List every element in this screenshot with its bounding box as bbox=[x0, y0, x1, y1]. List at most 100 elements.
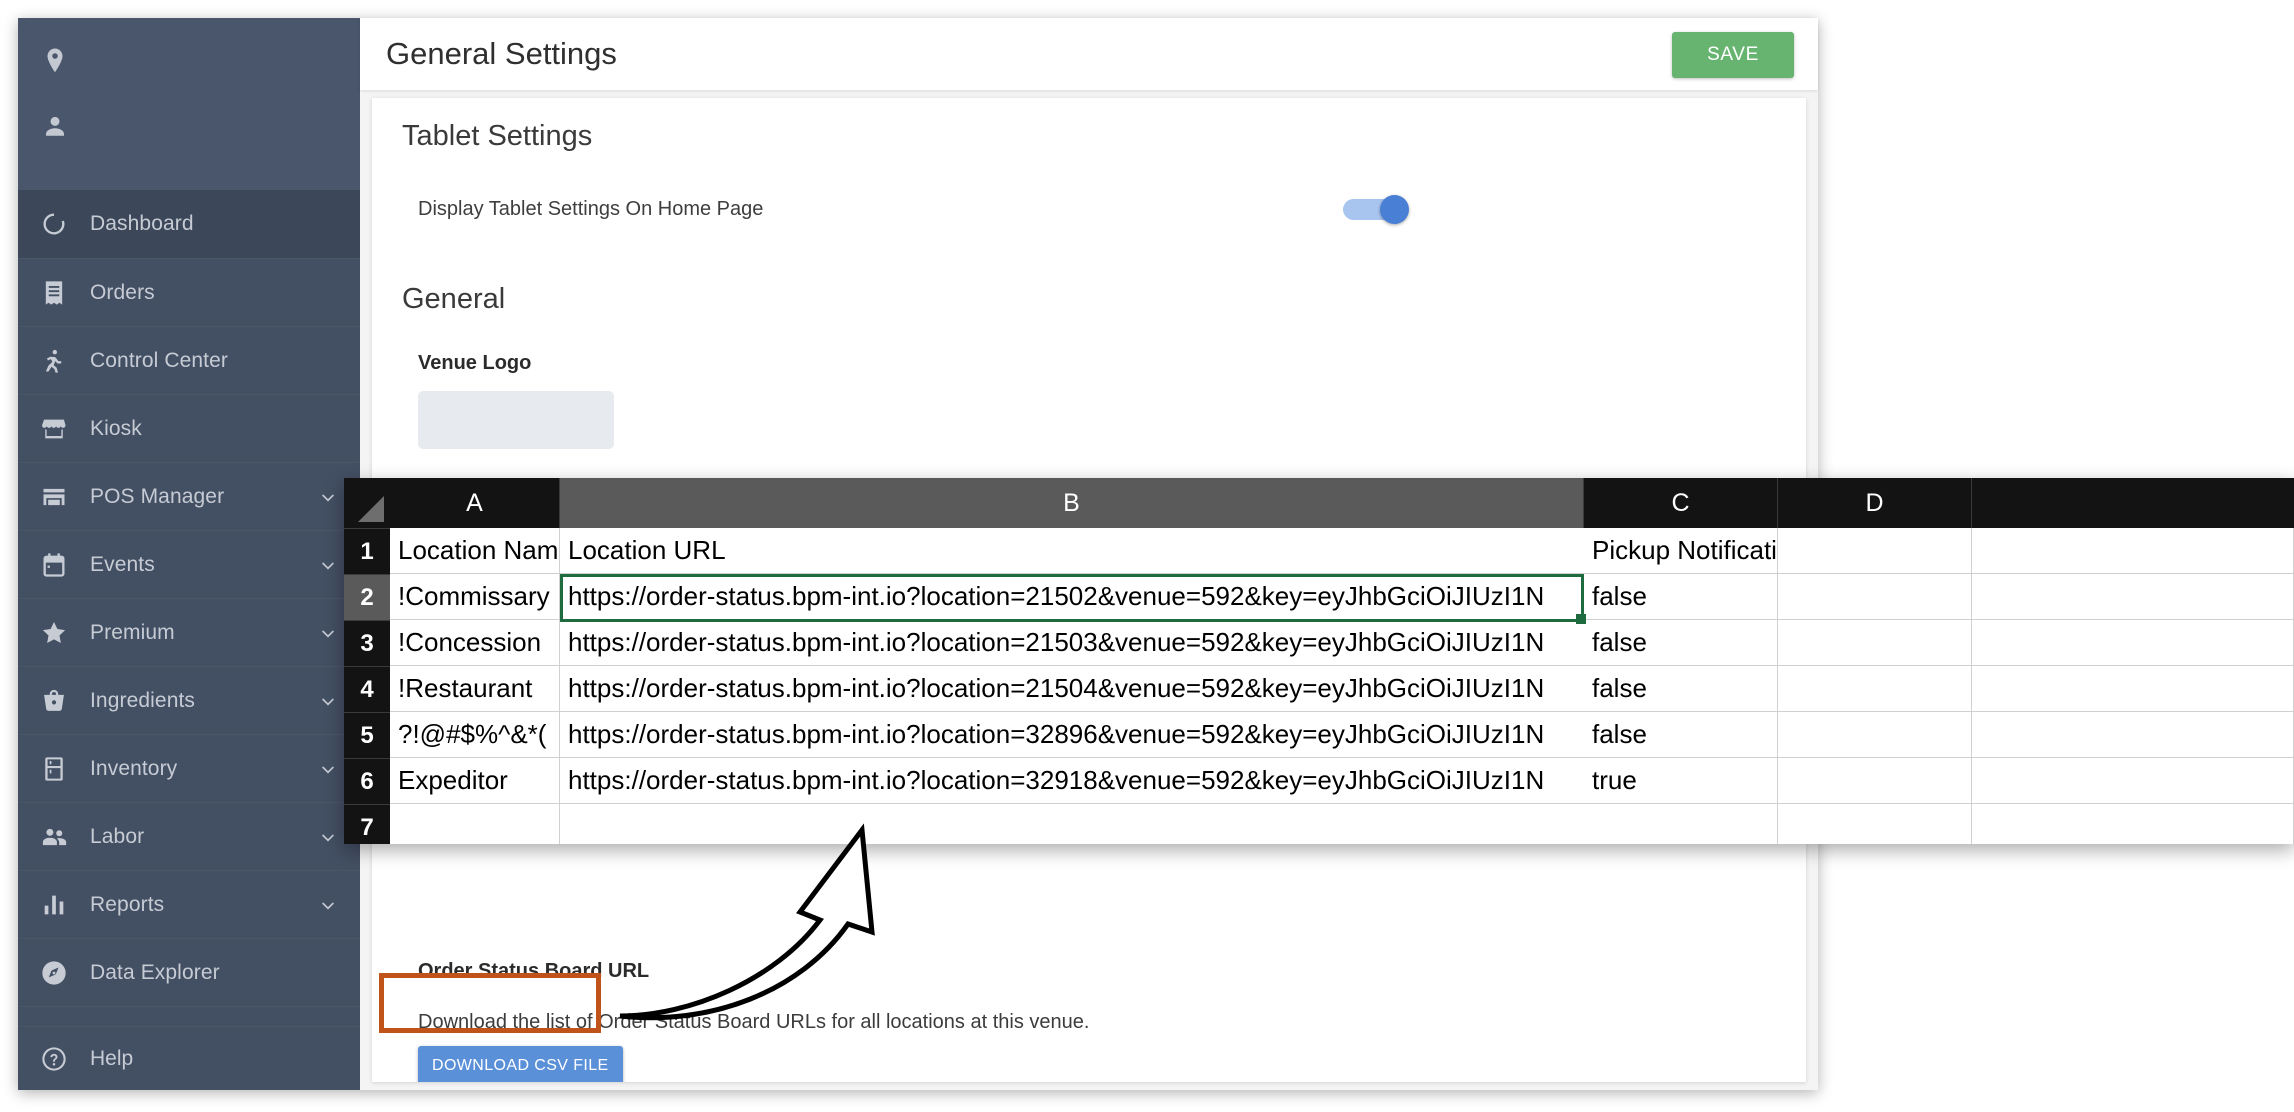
sidebar-item-kiosk[interactable]: Kiosk bbox=[18, 394, 360, 462]
screenshot-root: Dashboard Orders Control Center Kiosk POS Ma… bbox=[0, 0, 2294, 1112]
cell-A3[interactable]: !Concession bbox=[390, 620, 560, 666]
sidebar-item-label: Premium bbox=[90, 621, 318, 645]
venue-logo-label: Venue Logo bbox=[372, 316, 1806, 375]
people-icon bbox=[40, 823, 68, 851]
cell-B4[interactable]: https://order-status.bpm-int.io?location… bbox=[560, 666, 1584, 712]
tablet-settings-heading: Tablet Settings bbox=[372, 98, 1806, 153]
sidebar-help-label: Help bbox=[90, 1047, 133, 1071]
location-pin-icon[interactable] bbox=[40, 46, 70, 76]
save-button[interactable]: SAVE bbox=[1672, 32, 1794, 78]
cell-A7[interactable] bbox=[390, 804, 560, 844]
download-csv-file-button[interactable]: DOWNLOAD CSV FILE bbox=[418, 1046, 623, 1082]
column-header-e[interactable] bbox=[1972, 478, 2294, 528]
sidebar-item-data-explorer[interactable]: Data Explorer bbox=[18, 938, 360, 1006]
sidebar-item-help[interactable]: Help bbox=[18, 1026, 360, 1090]
select-all-corner[interactable] bbox=[344, 478, 390, 528]
row-header-7[interactable]: 7 bbox=[344, 804, 390, 844]
sidebar-item-label: Ingredients bbox=[90, 689, 318, 713]
cell-B6[interactable]: https://order-status.bpm-int.io?location… bbox=[560, 758, 1584, 804]
sidebar-item-label: Inventory bbox=[90, 757, 318, 781]
sidebar-item-label: Labor bbox=[90, 825, 318, 849]
pos-store-icon bbox=[40, 483, 68, 511]
chevron-down-icon bbox=[318, 759, 338, 779]
question-circle-icon bbox=[40, 1045, 68, 1073]
column-header-c[interactable]: C bbox=[1584, 478, 1778, 528]
sidebar-item-inventory[interactable]: Inventory bbox=[18, 734, 360, 802]
cell-A1[interactable]: Location Name bbox=[390, 528, 560, 574]
cell-C5[interactable]: false bbox=[1584, 712, 1778, 758]
cell-A5[interactable]: ?!@#$%^&*( bbox=[390, 712, 560, 758]
cell-A6[interactable]: Expeditor bbox=[390, 758, 560, 804]
sidebar-item-labor[interactable]: Labor bbox=[18, 802, 360, 870]
chevron-down-icon bbox=[318, 827, 338, 847]
page-title: General Settings bbox=[386, 36, 617, 72]
sidebar-header bbox=[18, 18, 360, 190]
cell-C7[interactable] bbox=[1584, 804, 1778, 844]
row-header-2[interactable]: 2 bbox=[344, 574, 390, 620]
display-tablet-settings-toggle[interactable] bbox=[1343, 195, 1409, 223]
cell-A4[interactable]: !Restaurant bbox=[390, 666, 560, 712]
tablet-toggle-row: Display Tablet Settings On Home Page bbox=[372, 195, 1806, 223]
storefront-icon bbox=[40, 415, 68, 443]
dashboard-icon bbox=[40, 210, 68, 238]
row-header-3[interactable]: 3 bbox=[344, 620, 390, 666]
column-header-a[interactable]: A bbox=[390, 478, 560, 528]
spreadsheet-row: 5?!@#$%^&*(https://order-status.bpm-int.… bbox=[344, 712, 2294, 758]
row-header-5[interactable]: 5 bbox=[344, 712, 390, 758]
column-header-d[interactable]: D bbox=[1778, 478, 1972, 528]
star-icon bbox=[40, 619, 68, 647]
order-status-board-description: Download the list of Order Status Board … bbox=[372, 983, 1806, 1034]
chevron-down-icon bbox=[318, 555, 338, 575]
sidebar-item-dashboard[interactable]: Dashboard bbox=[18, 190, 360, 258]
cell-B2[interactable]: https://order-status.bpm-int.io?location… bbox=[560, 574, 1584, 620]
sidebar-item-pos-manager[interactable]: POS Manager bbox=[18, 462, 360, 530]
chevron-down-icon bbox=[318, 691, 338, 711]
fridge-icon bbox=[40, 755, 68, 783]
sidebar-item-events[interactable]: Events bbox=[18, 530, 360, 598]
cell-3[interactable] bbox=[1972, 620, 2294, 666]
sidebar-item-reports[interactable]: Reports bbox=[18, 870, 360, 938]
cell-D3[interactable] bbox=[1778, 620, 1972, 666]
cell-C4[interactable]: false bbox=[1584, 666, 1778, 712]
cell-A2[interactable]: !Commissary bbox=[390, 574, 560, 620]
chevron-down-icon bbox=[318, 895, 338, 915]
venue-logo-upload-box[interactable] bbox=[418, 391, 614, 449]
column-header-b[interactable]: B bbox=[560, 478, 1584, 528]
cell-2[interactable] bbox=[1972, 574, 2294, 620]
sidebar-item-control-center[interactable]: Control Center bbox=[18, 326, 360, 394]
cell-6[interactable] bbox=[1972, 758, 2294, 804]
cell-D4[interactable] bbox=[1778, 666, 1972, 712]
sidebar-item-label: Data Explorer bbox=[90, 961, 338, 985]
bar-chart-icon bbox=[40, 891, 68, 919]
sidebar-item-label: Kiosk bbox=[90, 417, 338, 441]
spreadsheet-row: 3!Concessionhttps://order-status.bpm-int… bbox=[344, 620, 2294, 666]
row-header-6[interactable]: 6 bbox=[344, 758, 390, 804]
cell-C6[interactable]: true bbox=[1584, 758, 1778, 804]
row-header-4[interactable]: 4 bbox=[344, 666, 390, 712]
cell-B1[interactable]: Location URL bbox=[560, 528, 1584, 574]
chevron-down-icon bbox=[318, 487, 338, 507]
cell-D1[interactable] bbox=[1778, 528, 1972, 574]
sidebar-item-orders[interactable]: Orders bbox=[18, 258, 360, 326]
cell-D7[interactable] bbox=[1778, 804, 1972, 844]
cell-C1[interactable]: Pickup Notifications Enabled bbox=[1584, 528, 1778, 574]
cell-5[interactable] bbox=[1972, 712, 2294, 758]
cell-D2[interactable] bbox=[1778, 574, 1972, 620]
sidebar-item-premium[interactable]: Premium bbox=[18, 598, 360, 666]
cell-7[interactable] bbox=[1972, 804, 2294, 844]
cell-B3[interactable]: https://order-status.bpm-int.io?location… bbox=[560, 620, 1584, 666]
sidebar-item-label: Orders bbox=[90, 281, 338, 305]
cell-B7[interactable] bbox=[560, 804, 1584, 844]
cell-D6[interactable] bbox=[1778, 758, 1972, 804]
user-account-icon[interactable] bbox=[40, 112, 70, 142]
sidebar-item-ingredients[interactable]: Ingredients bbox=[18, 666, 360, 734]
cell-4[interactable] bbox=[1972, 666, 2294, 712]
cell-D5[interactable] bbox=[1778, 712, 1972, 758]
row-header-1[interactable]: 1 bbox=[344, 528, 390, 574]
cell-C2[interactable]: false bbox=[1584, 574, 1778, 620]
sidebar-item-label: Control Center bbox=[90, 349, 338, 373]
cell-B5[interactable]: https://order-status.bpm-int.io?location… bbox=[560, 712, 1584, 758]
sidebar-item-label: Dashboard bbox=[90, 212, 338, 236]
cell-C3[interactable]: false bbox=[1584, 620, 1778, 666]
cell-1[interactable] bbox=[1972, 528, 2294, 574]
